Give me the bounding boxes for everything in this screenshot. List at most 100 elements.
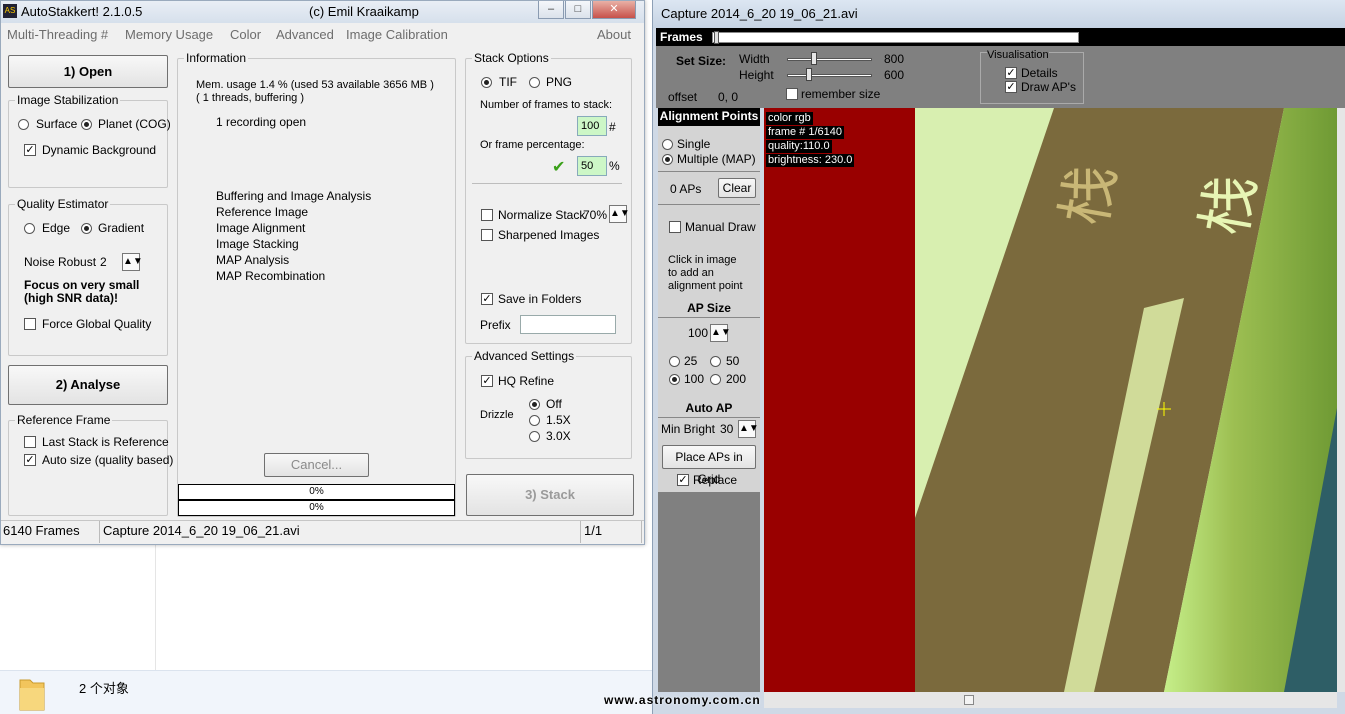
alignment-panel: Alignment Points Single Multiple (MAP) 0… — [658, 108, 760, 492]
horizontal-scrollbar[interactable] — [764, 692, 1337, 708]
divider — [472, 183, 622, 184]
tif-radio[interactable] — [481, 77, 492, 88]
planet-label: Planet (COG) — [98, 117, 171, 131]
multiple-map-radio[interactable] — [662, 154, 673, 165]
group-title: Advanced Settings — [472, 349, 577, 363]
offset-label: offset — [668, 90, 698, 104]
hq-refine-checkbox[interactable]: ✓ — [481, 375, 493, 387]
close-button[interactable]: ✕ — [592, 1, 636, 19]
stack-button[interactable]: 3) Stack — [466, 474, 634, 516]
menu-about[interactable]: About — [597, 27, 631, 42]
percent-sign: % — [609, 159, 620, 173]
save-in-folders-checkbox[interactable]: ✓ — [481, 293, 493, 305]
step-image-stacking: Image Stacking — [216, 237, 299, 251]
ap-size-25-label: 25 — [684, 354, 698, 368]
scroll-thumb[interactable] — [964, 695, 974, 705]
menu-color[interactable]: Color — [230, 27, 261, 42]
draw-aps-checkbox[interactable]: ✓ — [1005, 81, 1017, 93]
width-slider-thumb[interactable] — [811, 52, 817, 65]
menu-memory-usage[interactable]: Memory Usage — [125, 27, 213, 42]
place-aps-in-grid-button[interactable]: Place APs in Grid — [662, 445, 756, 486]
width-slider[interactable] — [787, 58, 872, 61]
ap-size-25-radio[interactable] — [669, 356, 680, 367]
alignment-points-header: Alignment Points — [658, 108, 760, 126]
title-bar[interactable]: AS AutoStakkert! 2.1.0.5 (c) Emil Kraaik… — [1, 1, 644, 23]
save-in-folders-label: Save in Folders — [498, 292, 582, 306]
maximize-button[interactable]: □ — [565, 1, 591, 19]
frame-percentage-input[interactable]: 50 — [577, 156, 607, 176]
sharpened-images-checkbox[interactable] — [481, 229, 493, 241]
step-image-alignment: Image Alignment — [216, 221, 306, 235]
normalize-stack-checkbox[interactable] — [481, 209, 493, 221]
edge-label: Edge — [42, 221, 71, 235]
drizzle-off-radio[interactable] — [529, 399, 540, 410]
dynamic-background-checkbox[interactable]: ✓ — [24, 144, 36, 156]
min-bright-label: Min Bright — [661, 422, 716, 436]
normalize-spinner[interactable]: ▲▼ — [609, 205, 630, 223]
edge-radio[interactable] — [24, 223, 35, 234]
ap-size-50-radio[interactable] — [710, 356, 721, 367]
planet-radio[interactable] — [81, 119, 92, 130]
group-title: Quality Estimator — [15, 197, 111, 211]
ap-size-200-radio[interactable] — [710, 374, 721, 385]
progress-bar-1: 0% — [178, 484, 455, 500]
details-checkbox[interactable]: ✓ — [1005, 67, 1017, 79]
menu-image-calibration[interactable]: Image Calibration — [346, 27, 448, 42]
menu-advanced[interactable]: Advanced — [276, 27, 334, 42]
window-title: AutoStakkert! 2.1.0.5 — [21, 4, 143, 19]
vertical-scrollbar[interactable] — [1337, 108, 1345, 692]
remember-size-label: remember size — [801, 87, 881, 101]
frames-to-stack-input[interactable]: 100 — [577, 116, 607, 136]
drizzle-30-radio[interactable] — [529, 431, 540, 442]
details-label: Details — [1021, 66, 1058, 80]
open-button[interactable]: 1) Open — [8, 55, 168, 88]
manual-draw-label: Manual Draw — [685, 220, 756, 234]
ap-size-100-radio[interactable] — [669, 374, 680, 385]
divider — [658, 204, 760, 205]
last-stack-reference-label: Last Stack is Reference — [42, 435, 169, 449]
frame-slider[interactable] — [712, 32, 1079, 43]
auto-ap-header: Auto AP — [685, 401, 733, 415]
height-slider[interactable] — [787, 74, 872, 77]
auto-size-checkbox[interactable]: ✓ — [24, 454, 36, 466]
noise-robust-spinner[interactable]: ▲▼ — [122, 253, 143, 271]
capture-title-bar[interactable]: Capture 2014_6_20 19_06_21.avi — [653, 0, 1345, 28]
step-buffering: Buffering and Image Analysis — [216, 189, 372, 203]
height-slider-thumb[interactable] — [806, 68, 812, 81]
surface-radio[interactable] — [18, 119, 29, 130]
single-radio[interactable] — [662, 139, 673, 150]
min-bright-spinner[interactable]: ▲▼ — [738, 420, 759, 438]
dynamic-background-label: Dynamic Background — [42, 143, 157, 157]
frame-slider-thumb[interactable] — [714, 31, 719, 44]
overlay-frame-number: frame # 1/6140 — [766, 126, 844, 139]
cancel-button[interactable]: Cancel... — [264, 453, 369, 477]
last-stack-reference-checkbox[interactable] — [24, 436, 36, 448]
tif-label: TIF — [499, 75, 517, 89]
ap-size-value: 100 — [688, 326, 709, 340]
noise-robust-label: Noise Robust — [24, 255, 97, 269]
menu-multithreading[interactable]: Multi-Threading # — [7, 27, 108, 42]
divider — [658, 171, 760, 172]
author-credit: (c) Emil Kraaikamp — [309, 4, 419, 19]
clear-button[interactable]: Clear — [718, 178, 756, 198]
focus-hint-line2: (high SNR data)! — [24, 291, 118, 305]
ap-size-spinner[interactable]: ▲▼ — [710, 324, 731, 342]
png-label: PNG — [546, 75, 573, 89]
group-title: Image Stabilization — [15, 93, 121, 107]
frames-hash: # — [609, 120, 616, 134]
minimize-button[interactable]: – — [538, 1, 564, 19]
gradient-radio[interactable] — [81, 223, 92, 234]
drizzle-15-radio[interactable] — [529, 415, 540, 426]
preview-image[interactable]: 栈 栈 color rgb frame # 1/6140 quality:110… — [764, 108, 1337, 692]
prefix-input[interactable] — [520, 315, 616, 334]
analyse-button[interactable]: 2) Analyse — [8, 365, 168, 405]
manual-draw-checkbox[interactable] — [669, 221, 681, 233]
explorer-pane-divider — [155, 545, 156, 671]
replace-checkbox[interactable]: ✓ — [677, 474, 689, 486]
capture-controls: Set Size: Width 800 Height 600 remember … — [656, 46, 1345, 108]
remember-size-checkbox[interactable] — [786, 88, 798, 100]
png-radio[interactable] — [529, 77, 540, 88]
force-global-quality-checkbox[interactable] — [24, 318, 36, 330]
video-frame: 栈 栈 — [764, 108, 1337, 692]
set-size-label: Set Size: — [676, 54, 727, 68]
